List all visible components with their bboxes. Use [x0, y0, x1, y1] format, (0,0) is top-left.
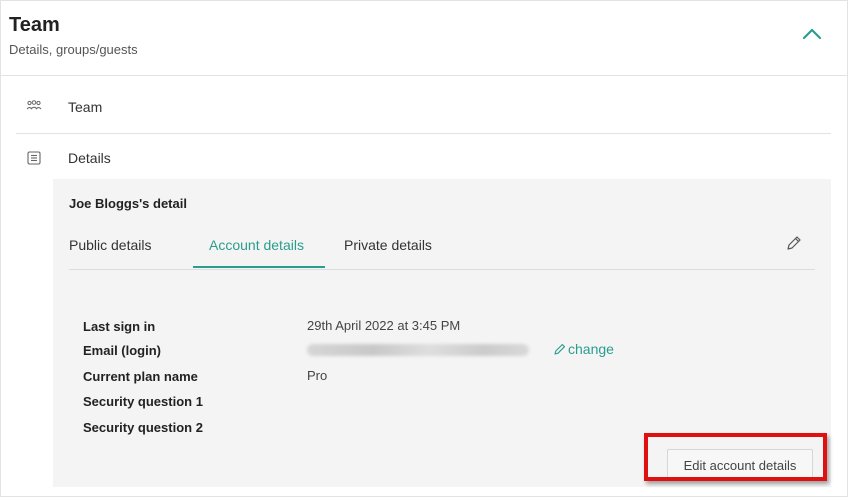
- last-sign-in-value: 29th April 2022 at 3:45 PM: [307, 318, 461, 333]
- page-title: Team: [9, 14, 60, 36]
- section-team-label: Team: [68, 99, 103, 115]
- details-list-icon: [26, 150, 42, 166]
- team-panel: Team Details, groups/guests Team Details…: [0, 0, 848, 497]
- section-team[interactable]: Team: [16, 83, 831, 134]
- tab-public-details[interactable]: Public details: [69, 237, 152, 253]
- email-change-link[interactable]: change: [553, 341, 614, 357]
- section-details-label: Details: [68, 150, 111, 166]
- tab-private-details[interactable]: Private details: [344, 237, 432, 253]
- detail-tabs: Public details Account details Private d…: [69, 229, 815, 270]
- page-subtitle: Details, groups/guests: [9, 42, 138, 57]
- section-details[interactable]: Details: [16, 134, 831, 184]
- plan-label: Current plan name: [83, 369, 198, 384]
- detail-title: Joe Bloggs's detail: [69, 196, 187, 211]
- pencil-icon[interactable]: [785, 234, 803, 252]
- last-sign-in-label: Last sign in: [83, 319, 156, 334]
- email-value-redacted: [307, 344, 529, 356]
- email-label: Email (login): [83, 343, 161, 358]
- tab-account-details[interactable]: Account details: [209, 237, 304, 253]
- plan-value: Pro: [307, 368, 328, 383]
- change-link-text: change: [568, 341, 614, 357]
- chevron-up-icon[interactable]: [799, 23, 825, 43]
- active-tab-indicator: [193, 266, 325, 268]
- highlight-box: [644, 433, 827, 481]
- security-question-2-label: Security question 2: [83, 420, 203, 435]
- team-icon: [26, 99, 42, 115]
- panel-header[interactable]: Team Details, groups/guests: [1, 1, 847, 76]
- pencil-icon: [554, 343, 566, 355]
- security-question-1-label: Security question 1: [83, 394, 203, 409]
